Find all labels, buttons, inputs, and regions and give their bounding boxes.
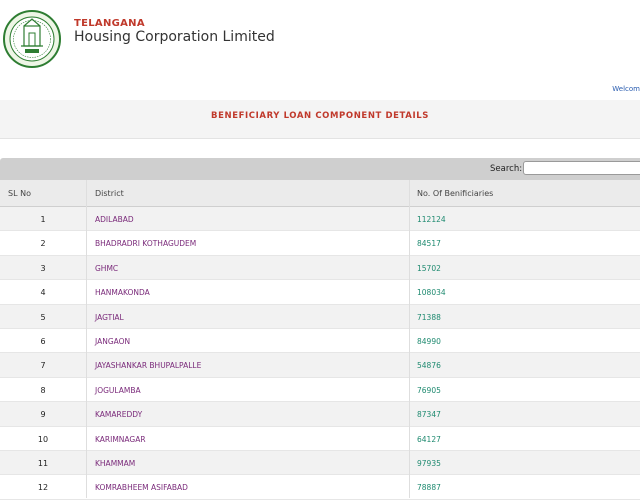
table-row[interactable]: 12 KOMRABHEEM ASIFABAD 78887: [0, 475, 640, 500]
cell-beneficiaries: 87347: [417, 410, 441, 420]
cell-district: KAMAREDDY: [95, 410, 143, 420]
table-row[interactable]: 9 KAMAREDDY 87347: [0, 402, 640, 427]
search-input[interactable]: [523, 161, 640, 175]
column-divider: [86, 180, 87, 498]
cell-beneficiaries: 76905: [417, 385, 441, 395]
cell-district: KHAMMAM: [95, 459, 136, 468]
cell-sl-no: 10: [37, 434, 49, 444]
cell-district: KARIMNAGAR: [95, 434, 146, 444]
cell-sl-no: 2: [40, 239, 46, 249]
table-row[interactable]: 4 HANMAKONDA 108034: [0, 280, 640, 305]
cell-sl-no: 1: [40, 215, 46, 224]
cell-district: GHMC: [95, 263, 119, 273]
search-label: Search:: [490, 164, 523, 174]
cell-beneficiaries: 71388: [417, 312, 441, 322]
cell-beneficiaries: 112124: [417, 215, 446, 224]
welcome-bar: Welcom: [0, 82, 640, 100]
cell-district: KOMRABHEEM ASIFABAD: [95, 483, 188, 493]
cell-beneficiaries: 84517: [417, 239, 441, 249]
cell-district: JAYASHANKAR BHUPALPALLE: [95, 361, 202, 371]
welcome-link[interactable]: Welcom: [612, 85, 640, 93]
page-title: BENEFICIARY LOAN COMPONENT DETAILS: [211, 111, 429, 121]
table-row[interactable]: 5 JAGTIAL 71388: [0, 304, 640, 329]
cell-sl-no: 5: [40, 312, 46, 322]
cell-sl-no: 4: [40, 288, 46, 298]
table-toolbar: Search:: [0, 158, 640, 180]
title-band: BENEFICIARY LOAN COMPONENT DETAILS: [0, 100, 640, 139]
site-header: TELANGANA Housing Corporation Limited: [0, 0, 640, 82]
table-row[interactable]: 7 JAYASHANKAR BHUPALPALLE 54876: [0, 353, 640, 378]
cell-beneficiaries: 64127: [417, 434, 441, 444]
cell-sl-no: 11: [37, 459, 49, 468]
cell-district: HANMAKONDA: [95, 288, 150, 298]
column-header-sl-no[interactable]: SL No: [8, 189, 31, 198]
cell-beneficiaries: 108034: [417, 288, 446, 298]
org-name: Housing Corporation Limited: [74, 29, 275, 45]
cell-sl-no: 9: [40, 410, 46, 420]
column-header-district[interactable]: District: [95, 189, 124, 198]
table-row[interactable]: 1 ADILABAD 112124: [0, 207, 640, 232]
cell-district: BHADRADRI KOTHAGUDEM: [95, 239, 197, 249]
table-row[interactable]: 8 JOGULAMBA 76905: [0, 377, 640, 403]
cell-sl-no: 3: [40, 263, 46, 273]
table-row[interactable]: 2 BHADRADRI KOTHAGUDEM 84517: [0, 231, 640, 256]
cell-beneficiaries: 97935: [417, 459, 441, 468]
table-row[interactable]: 11 KHAMMAM 97935: [0, 451, 640, 476]
cell-district: JAGTIAL: [95, 312, 124, 322]
cell-district: ADILABAD: [95, 215, 134, 224]
table-row[interactable]: 10 KARIMNAGAR 64127: [0, 426, 640, 451]
cell-sl-no: 8: [40, 385, 46, 395]
cell-beneficiaries: 15702: [417, 263, 441, 273]
cell-beneficiaries: 78887: [417, 483, 441, 493]
table-row[interactable]: 6 JANGAON 84990: [0, 329, 640, 354]
cell-beneficiaries: 84990: [417, 337, 441, 346]
telangana-seal-icon[interactable]: [3, 6, 61, 72]
table-row[interactable]: 3 GHMC 15702: [0, 255, 640, 281]
spacer: [0, 139, 640, 158]
cell-district: JANGAON: [95, 337, 131, 346]
column-divider: [409, 180, 410, 498]
cell-sl-no: 12: [37, 483, 49, 493]
cell-sl-no: 7: [40, 361, 46, 371]
cell-district: JOGULAMBA: [95, 385, 141, 395]
org-state-label: TELANGANA: [74, 18, 145, 29]
cell-sl-no: 6: [40, 337, 46, 346]
column-header-beneficiaries[interactable]: No. Of Benificiaries: [417, 189, 493, 198]
cell-beneficiaries: 54876: [417, 361, 441, 371]
table-header: SL No District No. Of Benificiaries: [0, 180, 640, 207]
